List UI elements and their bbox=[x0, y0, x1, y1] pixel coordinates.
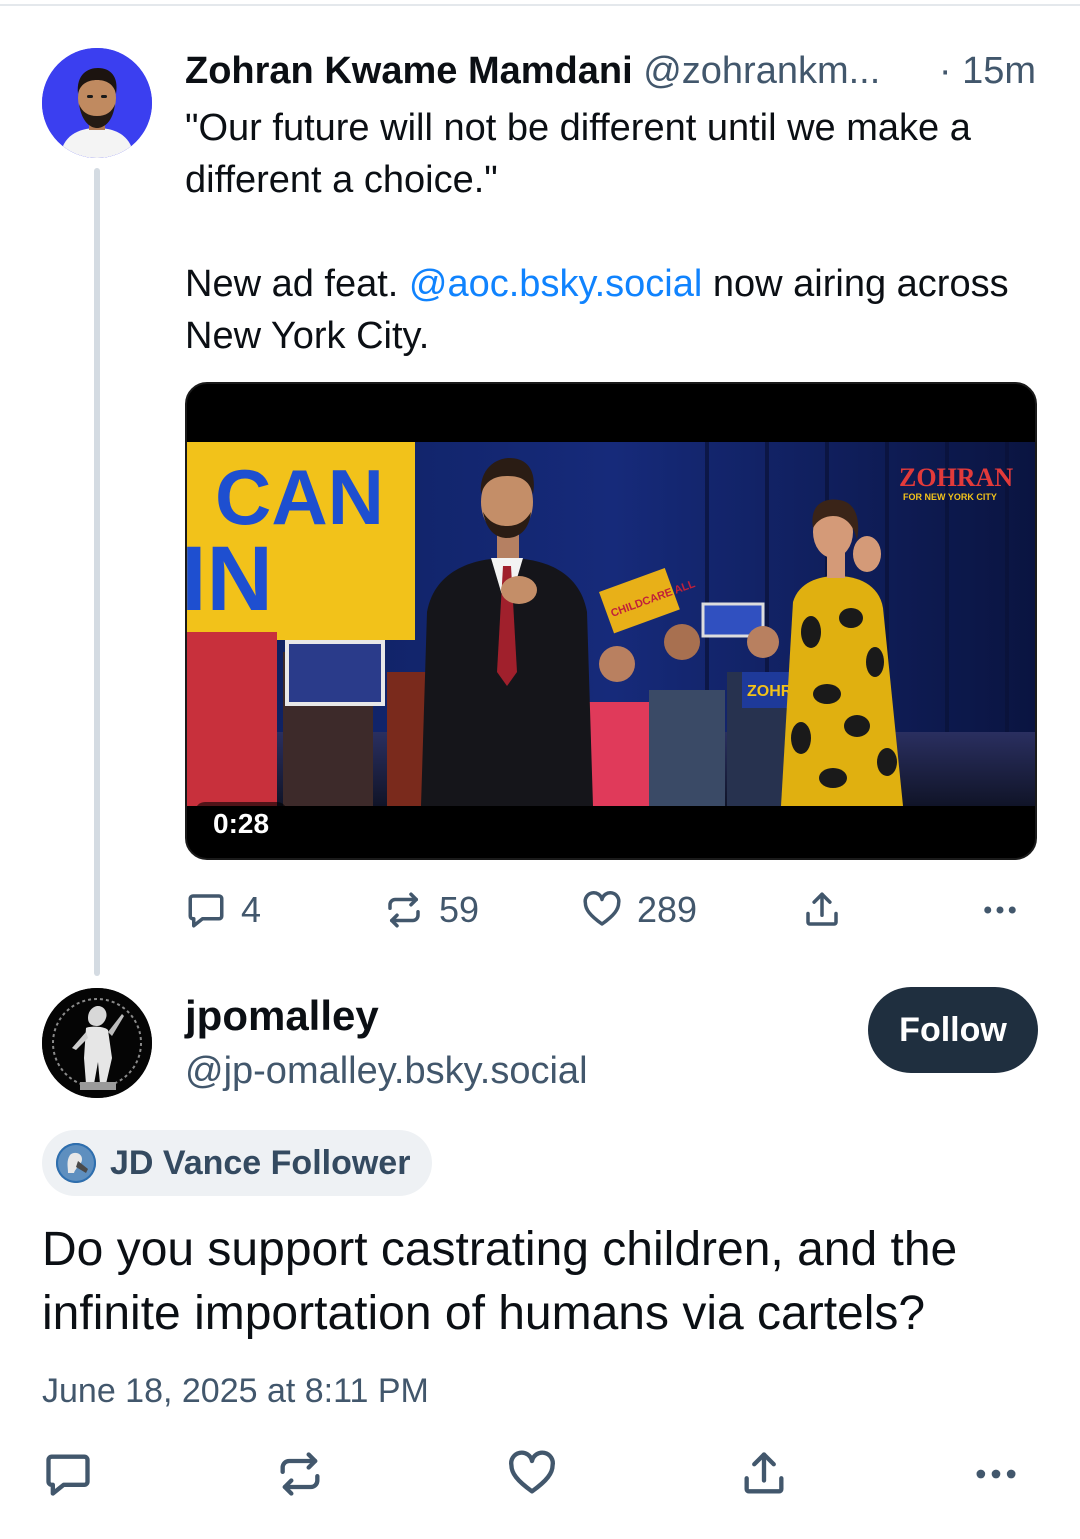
reply-author-name[interactable]: jpomalley bbox=[185, 990, 379, 1042]
reply-post-date[interactable]: June 18, 2025 at 8:11 PM bbox=[42, 1366, 429, 1416]
like-button[interactable]: 289 bbox=[581, 882, 697, 938]
repost-button[interactable]: 59 bbox=[383, 882, 479, 938]
video-crowd-sign-2: ZOHR bbox=[747, 683, 793, 700]
share-upload-icon bbox=[744, 1452, 784, 1494]
parent-text-pre-mention: New ad feat. bbox=[185, 263, 409, 305]
badge-avatar-icon bbox=[56, 1143, 96, 1183]
badge-label: JD Vance Follower bbox=[110, 1143, 411, 1182]
reply-post-share-button[interactable] bbox=[738, 1446, 790, 1502]
reply-post-actions bbox=[42, 1446, 1038, 1502]
reply-post-reply-button[interactable] bbox=[42, 1446, 94, 1502]
video-watermark: ZOHRAN bbox=[899, 463, 1013, 492]
mention-link[interactable]: @aoc.bsky.social bbox=[409, 263, 702, 305]
thread-connector-line bbox=[94, 168, 100, 976]
reply-post-text: Do you support castrating children, and … bbox=[42, 1223, 958, 1340]
speech-bubble-icon bbox=[46, 1454, 90, 1496]
parent-author-avatar[interactable] bbox=[42, 48, 152, 158]
reply-post-like-button[interactable] bbox=[506, 1446, 558, 1502]
parent-author-name[interactable]: Zohran Kwame Mamdani bbox=[185, 50, 633, 92]
parent-post-text: "Our future will not be different until … bbox=[185, 102, 1025, 362]
repost-arrows-icon bbox=[388, 892, 420, 928]
video-watermark-sub: FOR NEW YORK CITY bbox=[903, 492, 997, 502]
video-thumbnail: CAN IN ZOHR CHILDCARE ALL ZOHRAN FOR NEW… bbox=[187, 442, 1035, 806]
video-sign-text-2: IN bbox=[187, 528, 273, 630]
reply-post-repost-button[interactable] bbox=[274, 1446, 326, 1502]
heart-icon bbox=[509, 1450, 555, 1494]
repost-count: 59 bbox=[439, 889, 480, 930]
reply-post-more-button[interactable] bbox=[970, 1446, 1022, 1502]
reply-button[interactable]: 4 bbox=[185, 882, 261, 938]
share-button[interactable] bbox=[801, 882, 843, 938]
parent-post-quote: "Our future will not be different until … bbox=[185, 107, 971, 201]
like-count: 289 bbox=[637, 889, 698, 930]
more-dots-icon bbox=[984, 906, 1016, 914]
parent-post-actions: 4 59 289 bbox=[185, 882, 1037, 938]
reply-count: 4 bbox=[241, 889, 262, 930]
video-player[interactable]: CAN IN ZOHR CHILDCARE ALL ZOHRAN FOR NEW… bbox=[185, 382, 1037, 860]
more-options-button[interactable] bbox=[979, 882, 1021, 938]
speech-bubble-icon bbox=[188, 894, 224, 928]
share-upload-icon bbox=[806, 892, 838, 926]
heart-icon bbox=[583, 891, 621, 926]
follow-button[interactable]: Follow bbox=[868, 987, 1038, 1073]
video-duration: 0:28 bbox=[195, 802, 288, 846]
parent-post-header: Zohran Kwame Mamdani @zohrankm... · 15m bbox=[185, 46, 1040, 96]
top-divider bbox=[0, 4, 1080, 6]
repost-arrows-icon bbox=[280, 1452, 320, 1496]
profile-badge[interactable]: JD Vance Follower bbox=[42, 1130, 433, 1196]
parent-post-time[interactable]: · 15m bbox=[939, 46, 1036, 96]
parent-post-paragraph: New ad feat. @aoc.bsky.social now airing… bbox=[185, 258, 1025, 362]
reply-author-handle[interactable]: @jp-omalley.bsky.social bbox=[185, 1046, 588, 1096]
more-dots-icon bbox=[976, 1469, 1016, 1479]
parent-author-handle[interactable]: @zohrankm... bbox=[643, 50, 880, 92]
reply-author-avatar[interactable] bbox=[42, 988, 152, 1098]
